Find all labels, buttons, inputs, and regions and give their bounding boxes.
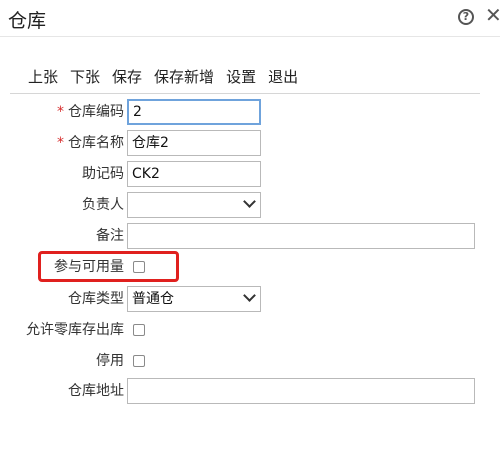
prev-record-button[interactable]: 上张 <box>28 66 58 87</box>
warehouse-type-label: 仓库类型 <box>68 291 124 307</box>
address-label: 仓库地址 <box>68 383 124 399</box>
highlight-annotation <box>38 251 179 282</box>
form-row-allow-zero-stock: 允许零库存出库 <box>0 316 500 344</box>
code-label: * 仓库编码 <box>57 104 124 120</box>
toolbar: 上张 下张 保存 保存新增 设置 退出 <box>28 66 298 87</box>
help-icon[interactable]: ? <box>458 9 474 25</box>
mnemonic-input[interactable]: CK2 <box>127 161 261 187</box>
dialog-title: 仓库 <box>8 10 47 32</box>
required-mark: * <box>57 135 64 151</box>
chevron-down-icon <box>243 195 256 208</box>
form-row-mnemonic: 助记码 CK2 <box>0 160 500 188</box>
disabled-label: 停用 <box>96 353 124 369</box>
disabled-checkbox[interactable] <box>133 355 145 367</box>
form-row-name: * 仓库名称 仓库2 <box>0 129 500 157</box>
form-row-disabled: 停用 <box>0 347 500 375</box>
address-input[interactable] <box>127 378 475 404</box>
toolbar-divider <box>10 93 480 94</box>
name-label: * 仓库名称 <box>57 135 124 151</box>
form-row-code: * 仓库编码 2 <box>0 98 500 126</box>
title-divider <box>0 36 500 37</box>
manager-select[interactable] <box>127 192 261 218</box>
warehouse-type-value: 普通仓 <box>132 291 174 307</box>
allow-zero-stock-label: 允许零库存出库 <box>26 322 124 338</box>
allow-zero-stock-checkbox[interactable] <box>133 324 145 336</box>
manager-label: 负责人 <box>82 197 124 213</box>
form-row-manager: 负责人 <box>0 191 500 219</box>
close-icon[interactable]: ✕ <box>485 3 500 27</box>
form-row-remark: 备注 <box>0 222 500 250</box>
remark-input[interactable] <box>127 223 475 249</box>
form-row-address: 仓库地址 <box>0 377 500 405</box>
required-mark: * <box>57 104 64 120</box>
save-button[interactable]: 保存 <box>112 66 142 87</box>
warehouse-type-select[interactable]: 普通仓 <box>127 286 261 312</box>
save-and-new-button[interactable]: 保存新增 <box>154 66 214 87</box>
name-input[interactable]: 仓库2 <box>127 130 261 156</box>
remark-label: 备注 <box>96 228 124 244</box>
form-row-warehouse-type: 仓库类型 普通仓 <box>0 285 500 313</box>
mnemonic-label: 助记码 <box>82 166 124 182</box>
exit-button[interactable]: 退出 <box>268 66 298 87</box>
settings-button[interactable]: 设置 <box>226 66 256 87</box>
chevron-down-icon <box>243 289 256 302</box>
next-record-button[interactable]: 下张 <box>70 66 100 87</box>
code-input[interactable]: 2 <box>127 99 261 125</box>
